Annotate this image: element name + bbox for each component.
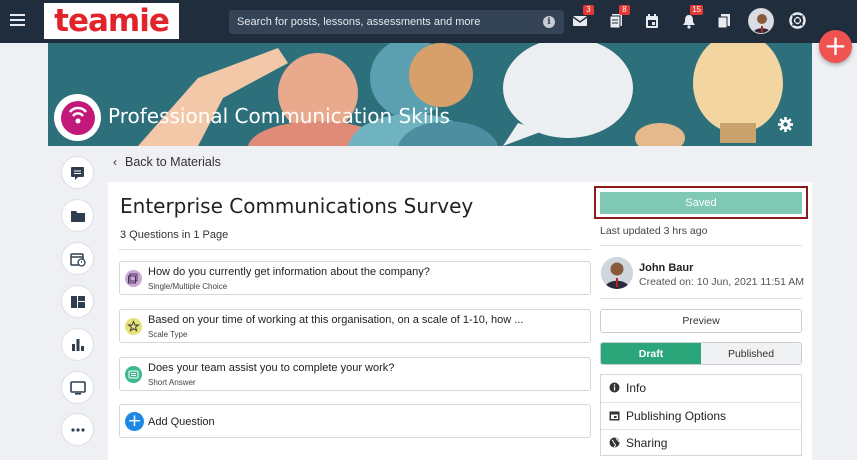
short-answer-icon (125, 366, 142, 383)
course-title: Professional Communication Skills (108, 104, 450, 128)
plus-circle-icon: + (125, 412, 144, 431)
notifications-badge: 15 (690, 5, 703, 15)
materials-rail-button[interactable] (61, 199, 94, 232)
monitor-icon (69, 380, 86, 395)
info-circle-icon (609, 382, 620, 393)
more-dots-icon (70, 427, 85, 432)
messages-badge: 3 (583, 5, 594, 15)
calendar-clock-icon (69, 252, 86, 267)
chat-icon (70, 166, 84, 180)
question-text: How do you currently get information abo… (148, 266, 430, 278)
calendar-icon[interactable] (645, 13, 659, 29)
divider (600, 245, 802, 246)
question-count: 3 Questions in 1 Page (120, 229, 229, 241)
user-avatar[interactable] (748, 8, 774, 34)
preview-button[interactable]: Preview (600, 309, 802, 333)
gear-icon[interactable] (778, 117, 793, 132)
options-list: Info Publishing Options Sharing (600, 374, 802, 456)
search-input[interactable] (237, 10, 537, 34)
add-question-button[interactable]: + Add Question (119, 404, 591, 438)
sharing-option[interactable]: Sharing (601, 429, 801, 456)
info-icon[interactable]: i (543, 16, 555, 28)
draft-tab[interactable]: Draft (601, 343, 701, 364)
dashboard-icon (70, 295, 85, 308)
more-rail-button[interactable] (61, 413, 94, 446)
globe-icon (609, 437, 620, 448)
posts-icon[interactable]: 8 (609, 5, 630, 29)
library-icon[interactable] (717, 13, 731, 29)
back-label: Back to Materials (125, 155, 221, 169)
survey-title: Enterprise Communications Survey (120, 194, 474, 218)
messages-icon[interactable]: 3 (572, 5, 594, 29)
bar-chart-icon (71, 338, 84, 351)
question-type: Single/Multiple Choice (148, 282, 228, 291)
banner-illustration (48, 43, 812, 146)
publish-status-toggle: Draft Published (600, 342, 802, 365)
author-name: John Baur (639, 262, 694, 274)
question-text: Does your team assist you to complete yo… (148, 362, 395, 374)
notifications-bell-icon[interactable]: 15 (682, 5, 703, 29)
option-label: Info (626, 381, 647, 395)
publishing-options-option[interactable]: Publishing Options (601, 402, 801, 429)
hamburger-menu-icon[interactable] (10, 14, 25, 26)
chevron-left-icon: ‹ (113, 155, 117, 169)
saved-button[interactable]: Saved (600, 192, 802, 214)
question-type: Short Answer (148, 378, 196, 387)
search-bar: i (229, 10, 564, 34)
logo-text: teamie (54, 2, 170, 39)
question-text: Based on your time of working at this or… (148, 314, 524, 326)
schedule-rail-button[interactable] (61, 242, 94, 275)
course-banner (48, 43, 812, 146)
course-logo (54, 94, 101, 141)
folder-icon (70, 210, 85, 222)
posts-badge: 8 (619, 5, 630, 15)
question-item[interactable]: How do you currently get information abo… (119, 261, 591, 295)
star-icon (125, 318, 142, 335)
created-on-text: Created on: 10 Jun, 2021 11:51 AM (639, 276, 805, 288)
newsfeed-rail-button[interactable] (61, 156, 94, 189)
teamie-logo[interactable]: teamie (44, 3, 179, 39)
author-avatar (601, 257, 633, 289)
multiple-choice-icon (125, 270, 142, 287)
help-lifebuoy-icon[interactable] (789, 12, 806, 29)
back-to-materials-link[interactable]: ‹ Back to Materials (113, 155, 221, 169)
divider (600, 298, 802, 299)
question-type: Scale Type (148, 330, 188, 339)
info-option[interactable]: Info (601, 375, 801, 402)
divider (119, 249, 591, 250)
option-label: Publishing Options (626, 409, 727, 423)
classroom-rail-button[interactable] (61, 371, 94, 404)
published-tab[interactable]: Published (701, 343, 801, 364)
calendar-icon (609, 411, 620, 421)
create-plus-button[interactable]: + (819, 30, 852, 63)
top-navbar: teamie i 3 8 15 (0, 0, 857, 43)
dashboard-rail-button[interactable] (61, 285, 94, 318)
last-updated-text: Last updated 3 hrs ago (600, 225, 708, 237)
analytics-rail-button[interactable] (61, 328, 94, 361)
question-item[interactable]: Does your team assist you to complete yo… (119, 357, 591, 391)
add-question-label: Add Question (148, 416, 215, 428)
option-label: Sharing (626, 436, 668, 450)
question-item[interactable]: Based on your time of working at this or… (119, 309, 591, 343)
